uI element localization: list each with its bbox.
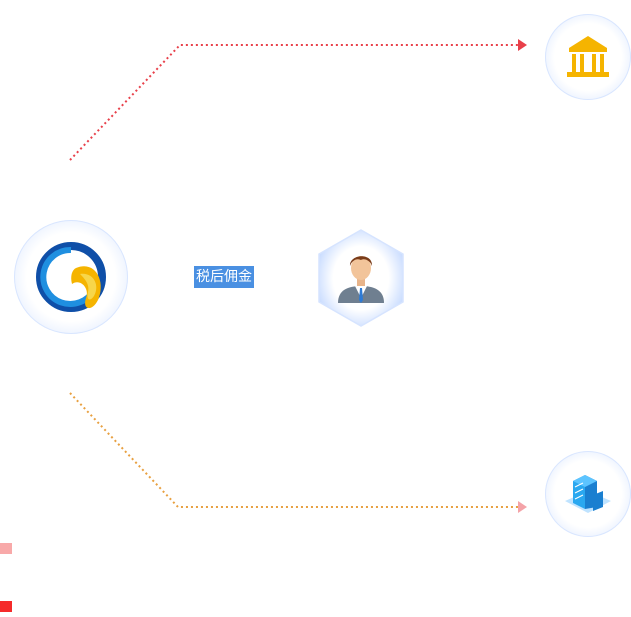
- bank-icon: [567, 36, 609, 77]
- swirl-logo-icon: [36, 242, 106, 312]
- bank-node: [545, 14, 631, 100]
- legend-swatch-dark: [0, 601, 12, 612]
- bottom-flow-arrow-icon: [518, 501, 527, 513]
- person-node: [318, 229, 404, 327]
- top-flow-line: [69, 44, 520, 161]
- edge-label: 税后佣金: [194, 266, 254, 288]
- company-node: [545, 451, 631, 537]
- office-building-icon: [565, 475, 611, 513]
- legend-swatch-light: [0, 543, 12, 554]
- bottom-flow-line: [69, 392, 520, 508]
- source-node: [14, 220, 128, 334]
- top-flow-arrow-icon: [518, 39, 527, 51]
- flow-diagram: 税后佣金: [0, 0, 631, 617]
